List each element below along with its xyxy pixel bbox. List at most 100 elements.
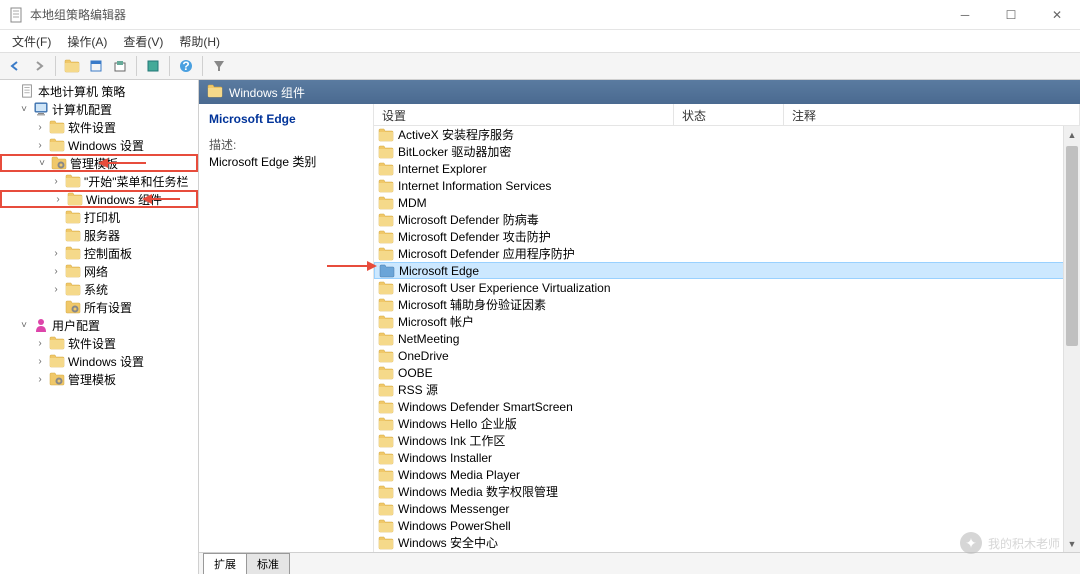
row-label: Windows Defender SmartScreen xyxy=(398,400,573,414)
folder-icon xyxy=(378,383,394,397)
row-label: Microsoft User Experience Virtualization xyxy=(398,281,611,295)
row-label: MDM xyxy=(398,196,427,210)
list-row[interactable]: Microsoft Defender 攻击防护 xyxy=(374,228,1080,245)
tab-extended[interactable]: 扩展 xyxy=(203,553,247,574)
folder-icon xyxy=(207,84,223,100)
row-label: Windows Installer xyxy=(398,451,492,465)
menu-file[interactable]: 文件(F) xyxy=(4,31,59,52)
list-body[interactable]: ActiveX 安装程序服务BitLocker 驱动器加密Internet Ex… xyxy=(374,126,1080,552)
folder-icon xyxy=(378,417,394,431)
menu-view[interactable]: 查看(V) xyxy=(115,31,171,52)
menu-action[interactable]: 操作(A) xyxy=(59,31,115,52)
tree-user-admin[interactable]: ›管理模板 xyxy=(0,370,198,388)
col-state[interactable]: 状态 xyxy=(674,104,784,125)
tree-software-settings[interactable]: ›软件设置 xyxy=(0,118,198,136)
folder-icon xyxy=(378,519,394,533)
export-button[interactable] xyxy=(109,55,131,77)
list-row[interactable]: Microsoft Defender 应用程序防护 xyxy=(374,245,1080,262)
main-panel: Windows 组件 Microsoft Edge 描述: Microsoft … xyxy=(199,80,1080,574)
tree-label: Windows 设置 xyxy=(68,137,144,154)
list-row[interactable]: Windows Installer xyxy=(374,449,1080,466)
folder-icon xyxy=(378,349,394,363)
list-row[interactable]: Windows Ink 工作区 xyxy=(374,432,1080,449)
list-panel: 设置 状态 注释 ActiveX 安装程序服务BitLocker 驱动器加密In… xyxy=(374,104,1080,552)
filter-button[interactable] xyxy=(208,55,230,77)
list-row[interactable]: Microsoft 帐户 xyxy=(374,313,1080,330)
tree-computer-config[interactable]: ˅计算机配置 xyxy=(0,100,198,118)
forward-button[interactable] xyxy=(28,55,50,77)
list-row[interactable]: Internet Explorer xyxy=(374,160,1080,177)
scroll-down-icon[interactable]: ▼ xyxy=(1064,535,1080,552)
tree-label: 管理模板 xyxy=(68,371,116,388)
back-button[interactable] xyxy=(4,55,26,77)
tree-sidebar[interactable]: 本地计算机 策略 ˅计算机配置 ›软件设置 ›Windows 设置 ˅管理模板 … xyxy=(0,80,199,574)
tree-control-panel[interactable]: ›控制面板 xyxy=(0,244,198,262)
list-row[interactable]: Microsoft User Experience Virtualization xyxy=(374,279,1080,296)
menu-help[interactable]: 帮助(H) xyxy=(171,31,228,52)
scroll-thumb[interactable] xyxy=(1066,146,1078,346)
list-row[interactable]: OOBE xyxy=(374,364,1080,381)
list-row[interactable]: Windows Media Player xyxy=(374,466,1080,483)
list-row[interactable]: ActiveX 安装程序服务 xyxy=(374,126,1080,143)
list-row[interactable]: BitLocker 驱动器加密 xyxy=(374,143,1080,160)
list-row[interactable]: Internet Information Services xyxy=(374,177,1080,194)
row-label: Windows Messenger xyxy=(398,502,509,516)
row-label: Windows Media 数字权限管理 xyxy=(398,483,558,500)
tree-label: Windows 设置 xyxy=(68,353,144,370)
tree-all-settings[interactable]: 所有设置 xyxy=(0,298,198,316)
list-row[interactable]: Windows Hello 企业版 xyxy=(374,415,1080,432)
desc-heading: Microsoft Edge xyxy=(209,112,363,126)
list-row[interactable]: MDM xyxy=(374,194,1080,211)
tree-user-config[interactable]: ˅用户配置 xyxy=(0,316,198,334)
list-row[interactable]: OneDrive xyxy=(374,347,1080,364)
list-row[interactable]: Windows Media 数字权限管理 xyxy=(374,483,1080,500)
folder-icon xyxy=(378,468,394,482)
tree-server[interactable]: 服务器 xyxy=(0,226,198,244)
list-row[interactable]: Microsoft Edge xyxy=(374,262,1080,279)
help-button[interactable]: ? xyxy=(175,55,197,77)
tree-user-windows[interactable]: ›Windows 设置 xyxy=(0,352,198,370)
tree-start-menu[interactable]: ›"开始"菜单和任务栏 xyxy=(0,172,198,190)
list-header: 设置 状态 注释 xyxy=(374,104,1080,126)
desc-text: Microsoft Edge 类别 xyxy=(209,153,363,170)
folder-icon xyxy=(378,366,394,380)
tree-label: 计算机配置 xyxy=(52,101,112,118)
row-label: Windows 安全中心 xyxy=(398,534,498,551)
list-row[interactable]: Microsoft Defender 防病毒 xyxy=(374,211,1080,228)
show-hide-button[interactable] xyxy=(85,55,107,77)
list-row[interactable]: NetMeeting xyxy=(374,330,1080,347)
tree-label: 系统 xyxy=(84,281,108,298)
tree-root[interactable]: 本地计算机 策略 xyxy=(0,82,198,100)
refresh-button[interactable] xyxy=(142,55,164,77)
folder-icon xyxy=(378,230,394,244)
row-label: OOBE xyxy=(398,366,433,380)
col-settings[interactable]: 设置 xyxy=(374,104,674,125)
tree-printers[interactable]: 打印机 xyxy=(0,208,198,226)
row-label: Microsoft Defender 防病毒 xyxy=(398,211,539,228)
tree-system[interactable]: ›系统 xyxy=(0,280,198,298)
maximize-button[interactable]: ☐ xyxy=(988,0,1034,30)
folder-icon xyxy=(378,145,394,159)
list-row[interactable]: Microsoft 辅助身份验证因素 xyxy=(374,296,1080,313)
col-comment[interactable]: 注释 xyxy=(784,104,1080,125)
up-button[interactable] xyxy=(61,55,83,77)
vertical-scrollbar[interactable]: ▲ ▼ xyxy=(1063,126,1080,552)
close-button[interactable]: ✕ xyxy=(1034,0,1080,30)
tree-label: 软件设置 xyxy=(68,119,116,136)
list-row[interactable]: Windows Defender SmartScreen xyxy=(374,398,1080,415)
list-row[interactable]: Windows Messenger xyxy=(374,500,1080,517)
path-bar: Windows 组件 xyxy=(199,80,1080,104)
tree-network[interactable]: ›网络 xyxy=(0,262,198,280)
row-label: Windows Media Player xyxy=(398,468,520,482)
tree-label: 用户配置 xyxy=(52,317,100,334)
row-label: Microsoft 帐户 xyxy=(398,313,474,330)
tree-user-software[interactable]: ›软件设置 xyxy=(0,334,198,352)
list-row[interactable]: RSS 源 xyxy=(374,381,1080,398)
folder-icon xyxy=(378,315,394,329)
minimize-button[interactable]: ─ xyxy=(942,0,988,30)
scroll-up-icon[interactable]: ▲ xyxy=(1064,126,1080,143)
tab-standard[interactable]: 标准 xyxy=(246,553,290,574)
row-label: Microsoft Defender 攻击防护 xyxy=(398,228,551,245)
tree-windows-settings[interactable]: ›Windows 设置 xyxy=(0,136,198,154)
wechat-icon: ✦ xyxy=(960,532,982,554)
